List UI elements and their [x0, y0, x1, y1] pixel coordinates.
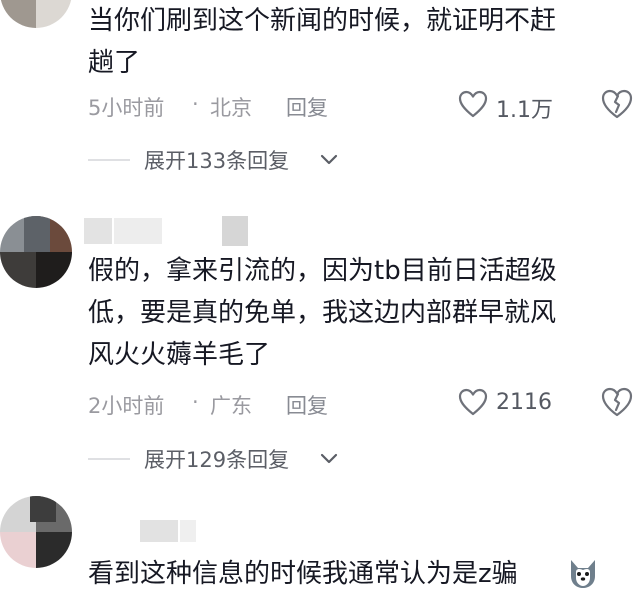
comment-text-line: 看到这种信息的时候我通常认为是z骗 [88, 559, 518, 589]
reply-button[interactable]: 回复 [286, 92, 328, 122]
comment-time: 5小时前 [88, 96, 165, 120]
expand-replies-button[interactable]: 展开133条回复 [88, 145, 358, 175]
avatar[interactable] [0, 496, 72, 568]
comment-meta: 5小时前 · 北京 回复 1.1万 [88, 87, 640, 123]
like-count: 1.1万 [496, 98, 553, 123]
avatar[interactable] [0, 216, 72, 288]
comment-time: 2小时前 [88, 394, 165, 418]
expand-divider [88, 159, 130, 161]
broken-heart-icon[interactable] [600, 385, 634, 419]
broken-heart-icon[interactable] [600, 87, 634, 121]
comment-meta: 2小时前 · 广东 回复 2116 [88, 386, 640, 418]
meta-separator: · [192, 92, 199, 116]
expand-replies-button[interactable]: 展开129条回复 [88, 444, 358, 474]
avatar[interactable] [0, 0, 72, 28]
comment-text-line: 风火火薅羊毛了 [88, 340, 271, 370]
expand-replies-label: 展开133条回复 [144, 149, 290, 173]
like-count: 2116 [496, 390, 552, 415]
comment-text-line: 低，要是真的免单，我这边内部群早就风 [88, 298, 557, 328]
heart-outline-icon[interactable] [458, 388, 488, 416]
comment-text-line: 当你们刷到这个新闻的时候，就证明不赶 [88, 6, 557, 36]
meta-separator: · [192, 390, 199, 414]
chevron-down-icon [320, 453, 338, 464]
comment-location: 广东 [210, 394, 252, 418]
comment-text-line: 趟了 [88, 48, 141, 78]
comment-text-line: 假的，拿来引流的，因为tb目前日活超级 [88, 256, 557, 286]
heart-outline-icon[interactable] [458, 90, 488, 118]
husky-dog-emoji-icon [571, 560, 595, 588]
expand-divider [88, 458, 130, 460]
chevron-down-icon [320, 154, 338, 165]
reply-button[interactable]: 回复 [286, 390, 328, 420]
comment-location: 北京 [210, 96, 252, 120]
expand-replies-label: 展开129条回复 [144, 448, 290, 472]
